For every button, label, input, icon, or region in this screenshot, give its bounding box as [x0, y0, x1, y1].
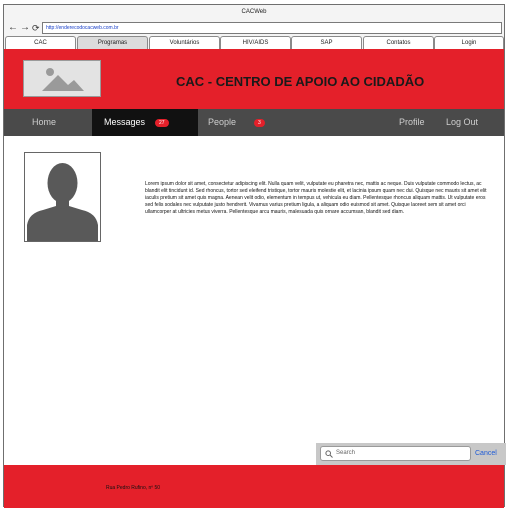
menu-people-label: People [208, 117, 237, 127]
menu-messages-label: Messages [104, 117, 146, 127]
people-count-badge: 3 [254, 118, 265, 127]
body-paragraph: Lorem ipsum dolor sit amet, consectetur … [145, 181, 487, 215]
tab-programas[interactable]: Programas [77, 36, 148, 49]
search-icon [325, 450, 333, 458]
menu-people[interactable]: People 3 [208, 109, 265, 136]
tab-hiv-aids[interactable]: HIV/AIDS [220, 36, 291, 49]
search-bar: Search Cancel [316, 443, 506, 465]
menu-profile[interactable]: Profile [399, 109, 425, 136]
reload-icon[interactable]: ⟳ [32, 22, 40, 34]
cancel-button[interactable]: Cancel [475, 447, 497, 461]
browser-window: CACWeb ← → ⟳ http://enderecodocacweb.com… [3, 4, 506, 508]
address-bar[interactable]: http://enderecodocacweb.com.br [42, 22, 502, 34]
image-placeholder-icon [23, 60, 101, 97]
main-menu: Home Messages 27 People 3 Profile Log Out [4, 109, 504, 136]
search-placeholder: Search [336, 450, 356, 456]
tab-contatos[interactable]: Contatos [363, 36, 434, 49]
messages-count-badge: 27 [155, 118, 169, 127]
menu-home[interactable]: Home [32, 109, 56, 136]
forward-icon[interactable]: → [20, 22, 30, 34]
menu-messages[interactable]: Messages 27 [92, 109, 198, 136]
site-tabs: CAC Programas Voluntários HIV/AIDS SAP C… [4, 35, 504, 50]
page-title: CAC - CENTRO DE APOIO AO CIDADÃO [176, 74, 425, 89]
person-avatar-icon [24, 152, 101, 242]
footer-address: Rua Pedro Rufino, nº 50 [106, 485, 161, 491]
site-header: CAC - CENTRO DE APOIO AO CIDADÃO [4, 49, 504, 109]
tab-voluntarios[interactable]: Voluntários [149, 36, 220, 49]
tab-login[interactable]: Login [434, 36, 504, 49]
window-title: CACWeb [241, 9, 267, 15]
tab-cac[interactable]: CAC [5, 36, 76, 49]
search-input[interactable]: Search [320, 446, 471, 461]
main-content: Lorem ipsum dolor sit amet, consectetur … [4, 136, 504, 466]
back-icon[interactable]: ← [8, 22, 18, 34]
site-footer: Rua Pedro Rufino, nº 50 [4, 465, 504, 508]
menu-logout[interactable]: Log Out [446, 109, 478, 136]
tab-sap[interactable]: SAP [291, 36, 362, 49]
